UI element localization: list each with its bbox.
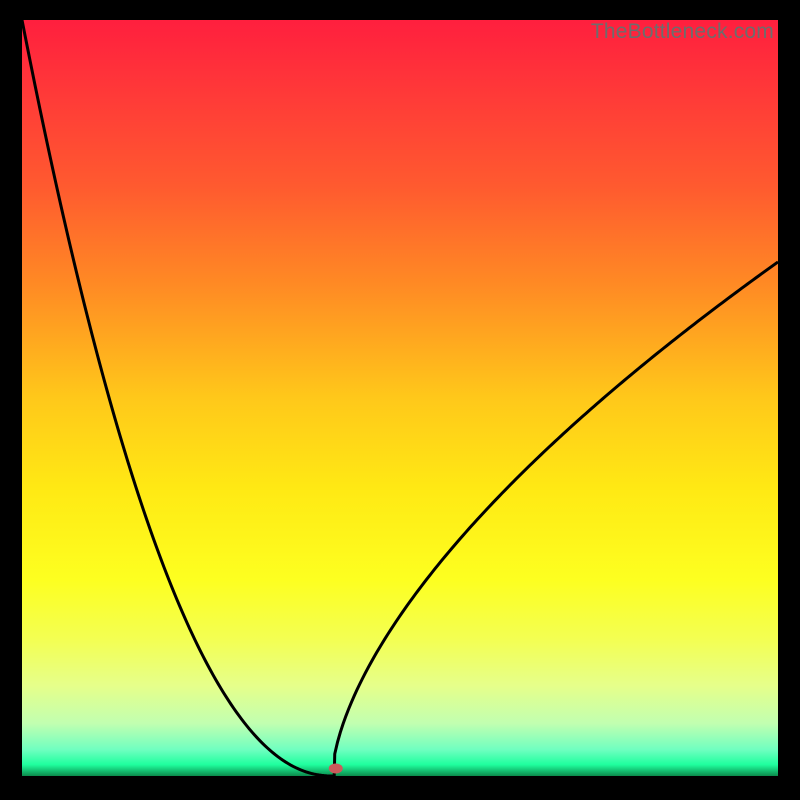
gradient-background	[22, 20, 778, 776]
bottleneck-chart	[22, 20, 778, 776]
optimum-marker	[329, 763, 343, 773]
chart-frame: TheBottleneck.com	[22, 20, 778, 780]
watermark-label: TheBottleneck.com	[591, 20, 774, 44]
